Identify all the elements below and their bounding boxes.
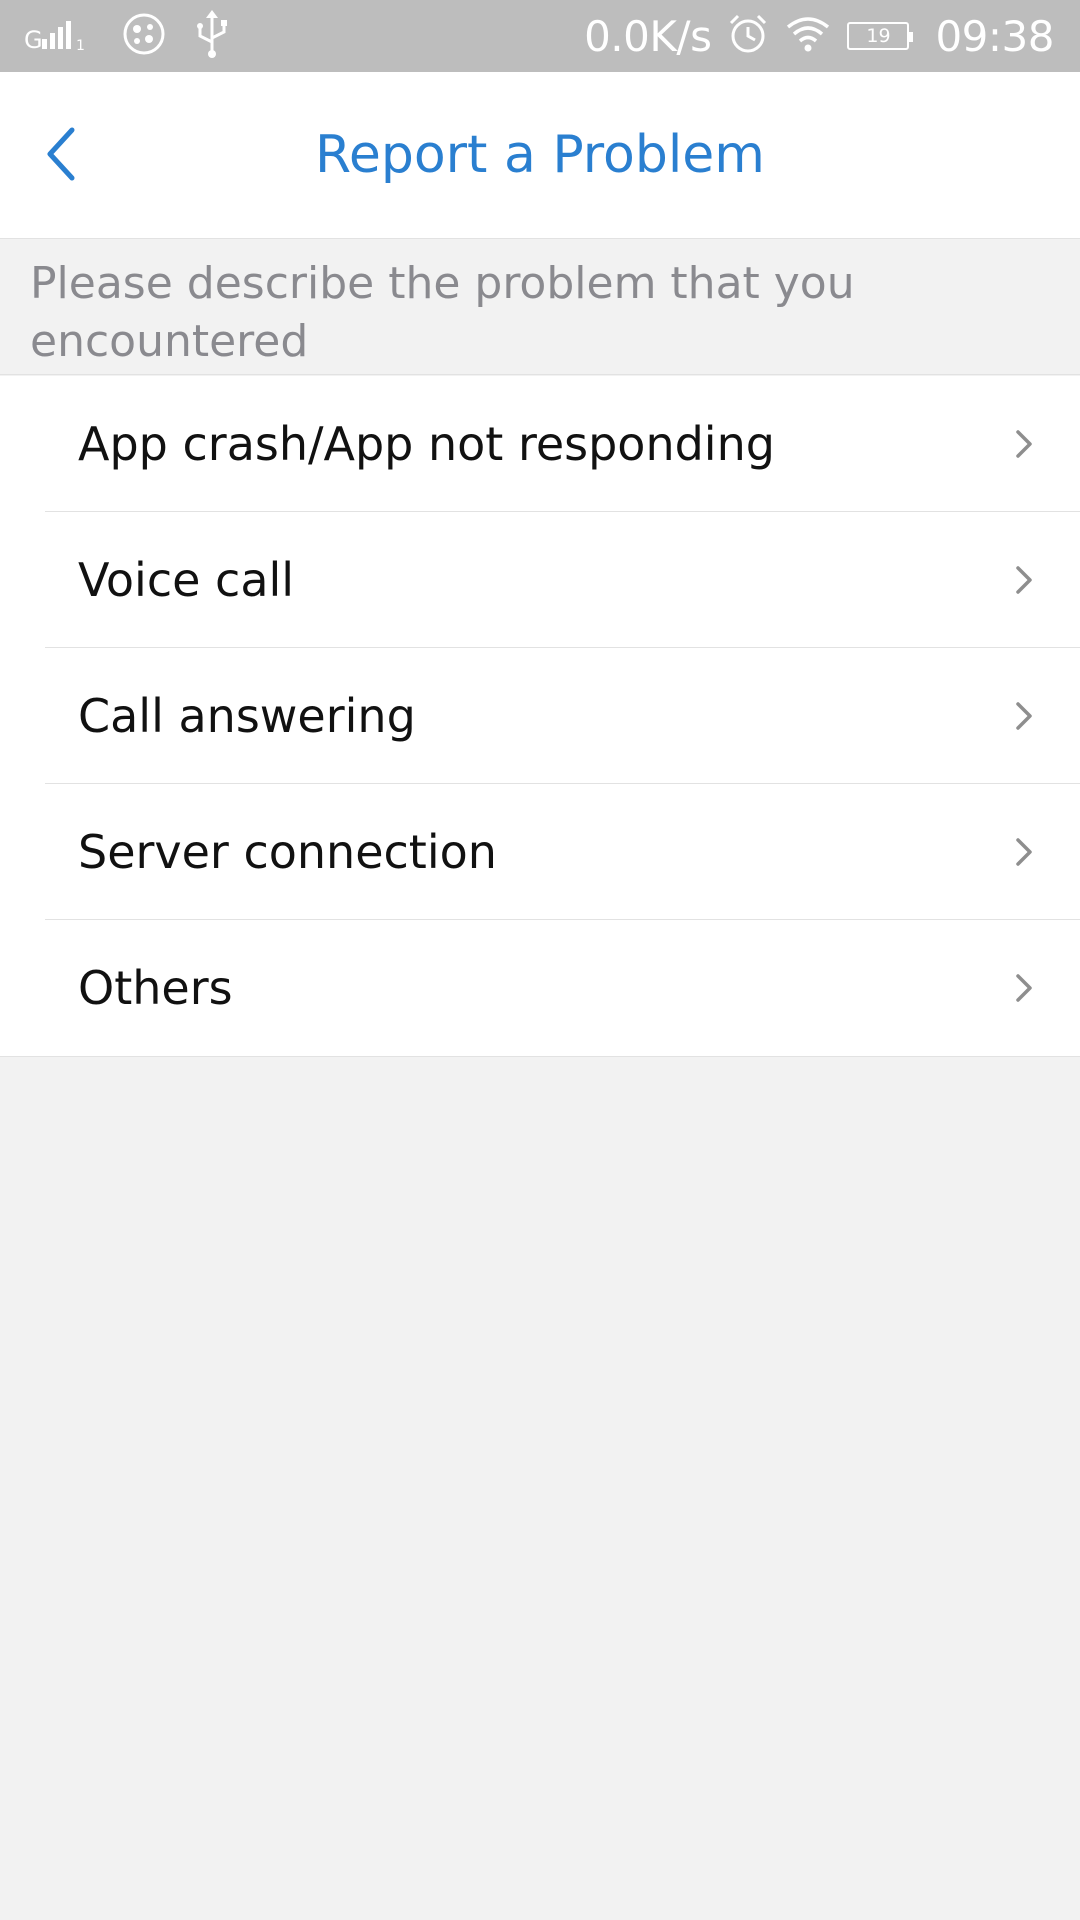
wifi-icon [785,15,831,58]
signal-icon: G 1 [24,17,96,56]
chevron-right-icon [1016,430,1032,458]
status-bar-right: 0.0K/s 19 09:38 [584,0,1054,72]
problem-item-voice-call[interactable]: Voice call [0,512,1080,648]
chevron-right-icon [1016,838,1032,866]
list-item-label: Others [78,961,233,1015]
list-item-label: Voice call [78,553,295,607]
alarm-icon [727,13,769,60]
app-notification-icon [122,12,166,61]
list-item-label: Server connection [78,825,497,879]
list-item-label: Call answering [78,689,416,743]
description-text: Please describe the problem that you enc… [0,239,1080,375]
problem-item-call-answering[interactable]: Call answering [0,648,1080,784]
battery-level: 19 [866,25,891,47]
problem-item-others[interactable]: Others [0,920,1080,1056]
page-title: Report a Problem [315,125,765,185]
list-item-label: App crash/App not responding [78,417,775,471]
problem-item-server-connection[interactable]: Server connection [0,784,1080,920]
svg-text:1: 1 [76,38,85,51]
chevron-right-icon [1016,974,1032,1002]
status-bar: G 1 0.0K/s 19 09:38 [0,0,1080,72]
svg-text:G: G [24,26,43,51]
usb-icon [192,9,232,63]
header: Report a Problem [0,72,1080,239]
battery-icon: 19 [847,22,914,50]
network-speed: 0.0K/s [584,11,712,61]
chevron-right-icon [1016,702,1032,730]
clock: 09:38 [935,11,1054,61]
problem-item-app-crash[interactable]: App crash/App not responding [0,376,1080,512]
status-bar-left: G 1 [24,0,232,72]
back-button[interactable] [30,122,94,186]
chevron-left-icon [47,127,75,181]
problem-list: App crash/App not responding Voice call … [0,376,1080,1057]
chevron-right-icon [1016,566,1032,594]
